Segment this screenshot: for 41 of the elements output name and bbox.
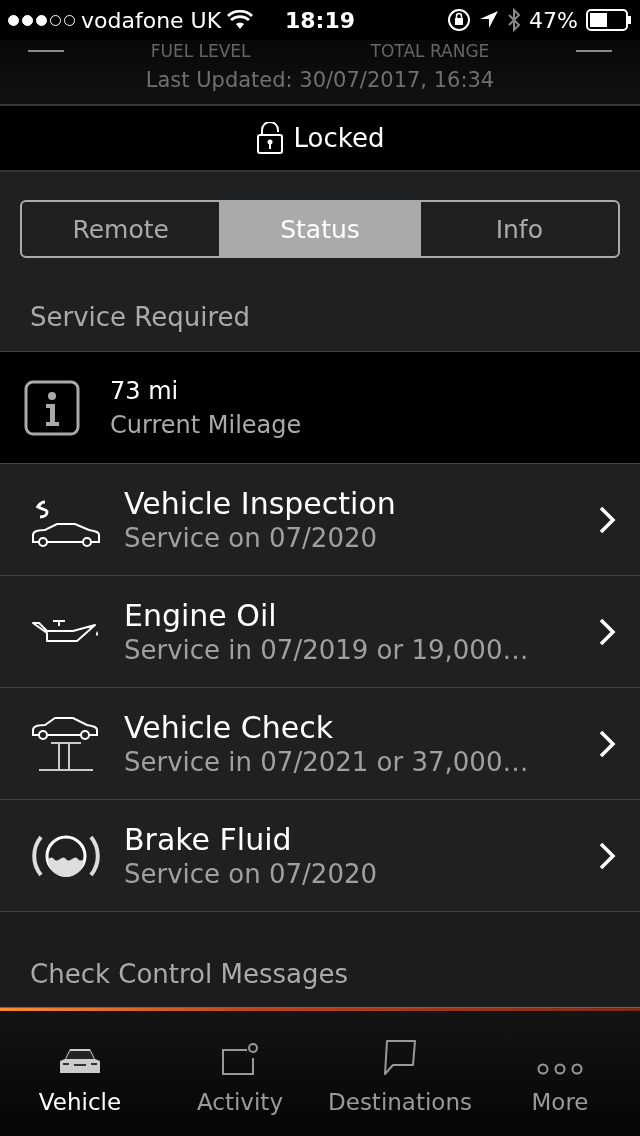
info-icon: [24, 379, 80, 436]
clock-time: 18:19: [285, 7, 355, 33]
service-title: Vehicle Inspection: [124, 486, 397, 521]
wifi-icon: [227, 10, 254, 30]
tab-bar-item[interactable]: Destinations: [320, 1011, 480, 1136]
service-item[interactable]: Vehicle Check Service in 07/2021 or 37,000…: [0, 688, 640, 800]
padlock-icon: [255, 122, 284, 154]
chevron-right-icon: [598, 728, 616, 759]
service-detail: Service on 07/2020: [124, 523, 379, 553]
mileage-label: Current Mileage: [110, 410, 302, 439]
tab-bar-item[interactable]: More: [480, 1011, 640, 1136]
service-detail: Service in 07/2019 or 19,000…: [124, 635, 530, 665]
segment-tab[interactable]: Info: [420, 202, 618, 256]
tab-bar-item[interactable]: Activity: [160, 1011, 320, 1136]
gauge-label: TOTAL RANGE: [370, 42, 490, 60]
mileage-value: 73 mi: [110, 376, 180, 405]
last-updated-text: Last Updated: 30/07/2017, 16:34: [145, 68, 495, 92]
lock-status: Locked: [293, 123, 385, 153]
bluetooth-icon: [507, 8, 522, 32]
service-item[interactable]: Engine Oil Service in 07/2019 or 19,000…: [0, 576, 640, 688]
tab-bar-item[interactable]: Vehicle: [0, 1011, 160, 1136]
activity-icon: [221, 1043, 259, 1075]
car-lift-icon: [31, 714, 101, 773]
more-icon: [537, 1063, 583, 1075]
chevron-right-icon: [598, 504, 616, 535]
section-header: Check Control Messages: [30, 959, 348, 989]
service-detail: Service on 07/2020: [124, 859, 379, 889]
speech-bubble-icon: [383, 1039, 417, 1075]
chevron-right-icon: [598, 616, 616, 647]
service-item[interactable]: Vehicle Inspection Service on 07/2020: [0, 464, 640, 576]
service-title: Engine Oil: [124, 598, 278, 633]
location-arrow-icon: [479, 10, 500, 30]
battery-percentage: 47%: [529, 7, 578, 33]
rotation-lock-icon: [447, 8, 472, 32]
battery-icon: [586, 9, 632, 31]
chevron-right-icon: [598, 840, 616, 871]
service-title: Vehicle Check: [124, 710, 335, 745]
service-detail: Service in 07/2021 or 37,000…: [124, 747, 530, 777]
carrier-name: vodafone UK: [81, 7, 222, 33]
gauge-label: FUEL LEVEL: [150, 42, 251, 60]
service-title: Brake Fluid: [124, 822, 293, 857]
